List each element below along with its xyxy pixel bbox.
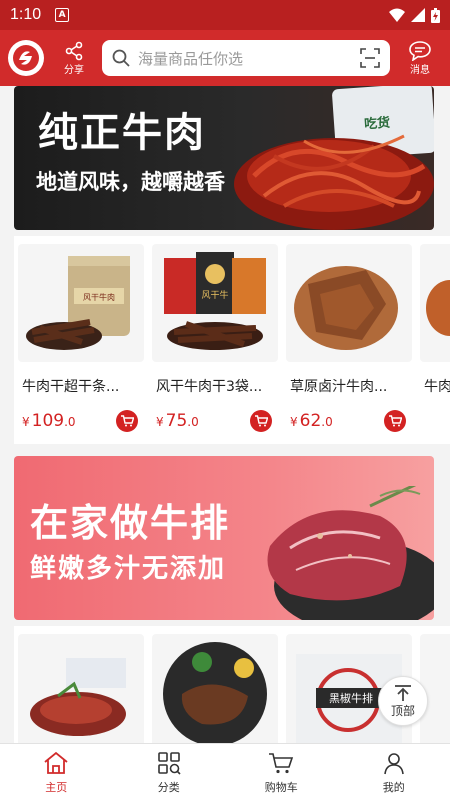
share-button[interactable]: 分享 bbox=[54, 41, 94, 76]
product-price: ¥109.0 bbox=[22, 411, 76, 431]
product-card[interactable]: 牛肉 bbox=[420, 244, 450, 396]
banner-title: 纯正牛肉 bbox=[38, 110, 206, 156]
bottom-tab-bar: 主页 分类 购物车 我的 bbox=[0, 743, 450, 801]
product-name: 牛肉 bbox=[424, 379, 450, 395]
product-card[interactable]: 草原卤汁牛肉... ¥62.0 bbox=[286, 244, 412, 432]
logo-icon bbox=[13, 45, 39, 71]
tab-profile[interactable]: 我的 bbox=[338, 744, 450, 801]
product-image: 风干牛 bbox=[152, 244, 278, 362]
message-label: 消息 bbox=[410, 64, 430, 76]
jerky-bags-image: 风干牛 bbox=[164, 252, 266, 350]
product-list-row1: 风干牛肉 牛肉干超干条... ¥109.0 风干牛 风干牛肉干3袋... ¥ 7… bbox=[14, 236, 450, 444]
price-row: ¥62.0 bbox=[286, 410, 412, 432]
jerky-image bbox=[426, 280, 450, 336]
add-to-cart-button[interactable] bbox=[116, 410, 138, 432]
scan-icon[interactable] bbox=[360, 48, 380, 68]
steak-pan-image bbox=[267, 486, 434, 620]
home-feed[interactable]: 纯正牛肉 地道风味，越嚼越香 吃货 风干牛肉 牛肉干超干条... ¥ 109.0… bbox=[0, 86, 450, 743]
banner-subtitle: 地道风味，越嚼越香 bbox=[36, 170, 225, 194]
product-card[interactable]: 风干牛肉 牛肉干超干条... ¥109.0 bbox=[18, 244, 144, 432]
app-logo bbox=[8, 40, 44, 76]
product-price: ¥75.0 bbox=[156, 411, 199, 431]
search-icon bbox=[112, 49, 130, 67]
message-button[interactable]: 消息 bbox=[400, 40, 440, 76]
product-image bbox=[420, 244, 450, 362]
product-image bbox=[18, 634, 144, 743]
add-to-cart-button[interactable] bbox=[250, 410, 272, 432]
tbone-steak-image bbox=[163, 642, 267, 743]
steak-banner[interactable]: 在家做牛排 鲜嫩多汁无添加 bbox=[14, 456, 434, 620]
cart-icon bbox=[269, 752, 294, 773]
product-name: 风干牛肉干3袋... bbox=[156, 379, 263, 395]
back-to-top-button[interactable]: 顶部 bbox=[378, 676, 428, 726]
cart-icon bbox=[388, 415, 402, 427]
share-label: 分享 bbox=[64, 64, 84, 76]
share-icon bbox=[65, 41, 83, 60]
tab-label: 我的 bbox=[382, 780, 405, 794]
product-card[interactable] bbox=[152, 634, 278, 743]
search-bar[interactable]: 海量商品任你选 bbox=[102, 40, 390, 76]
tab-home[interactable]: 主页 bbox=[0, 744, 113, 801]
cart-icon bbox=[254, 415, 268, 427]
tab-cart[interactable]: 购物车 bbox=[225, 744, 338, 801]
braised-beef-image bbox=[294, 266, 398, 350]
product-name: 草原卤汁牛肉... bbox=[290, 379, 388, 395]
signal-icon bbox=[411, 8, 425, 22]
product-price: ¥62.0 bbox=[290, 411, 333, 431]
steak-plate-image bbox=[30, 658, 126, 736]
jerky-jar-image: 风干牛肉 bbox=[26, 256, 130, 350]
wifi-icon bbox=[389, 8, 405, 22]
tab-label: 购物车 bbox=[264, 780, 298, 794]
home-icon bbox=[44, 751, 68, 774]
product-image bbox=[286, 244, 412, 362]
app-header: 分享 海量商品任你选 消息 bbox=[0, 30, 450, 86]
add-to-cart-button[interactable] bbox=[384, 410, 406, 432]
status-time: 1:10 bbox=[10, 6, 42, 23]
user-icon bbox=[383, 752, 404, 774]
product-image bbox=[152, 634, 278, 743]
cart-icon bbox=[120, 415, 134, 427]
status-icons bbox=[389, 7, 440, 23]
price-row: ¥109.0 bbox=[18, 410, 144, 432]
jar-label: 风干牛肉 bbox=[83, 292, 115, 302]
tab-label: 主页 bbox=[45, 780, 68, 794]
product-name: 牛肉干超干条... bbox=[22, 379, 120, 395]
jerky-pile-image bbox=[234, 134, 434, 230]
product-card[interactable] bbox=[18, 634, 144, 743]
category-icon bbox=[157, 751, 181, 775]
search-placeholder: 海量商品任你选 bbox=[138, 49, 244, 68]
battery-icon bbox=[431, 7, 440, 23]
price-row: ¥75.0 bbox=[152, 410, 278, 432]
banner-subtitle: 鲜嫩多汁无添加 bbox=[30, 554, 227, 584]
pack-label: 黑椒牛排 bbox=[329, 691, 373, 705]
banner-title: 在家做牛排 bbox=[30, 501, 231, 545]
tab-label: 分类 bbox=[157, 780, 180, 794]
notification-a-icon: A bbox=[55, 8, 70, 22]
message-icon bbox=[409, 40, 431, 61]
arrow-up-icon bbox=[395, 684, 411, 701]
tab-category[interactable]: 分类 bbox=[113, 744, 226, 801]
product-image: 风干牛肉 bbox=[18, 244, 144, 362]
beef-jerky-banner[interactable]: 纯正牛肉 地道风味，越嚼越香 吃货 bbox=[14, 86, 434, 230]
status-bar: 1:10 A bbox=[0, 0, 450, 30]
bag-brand-label: 风干牛 bbox=[201, 289, 228, 301]
back-to-top-label: 顶部 bbox=[390, 703, 415, 718]
product-card[interactable]: 风干牛 风干牛肉干3袋... ¥75.0 bbox=[152, 244, 278, 432]
